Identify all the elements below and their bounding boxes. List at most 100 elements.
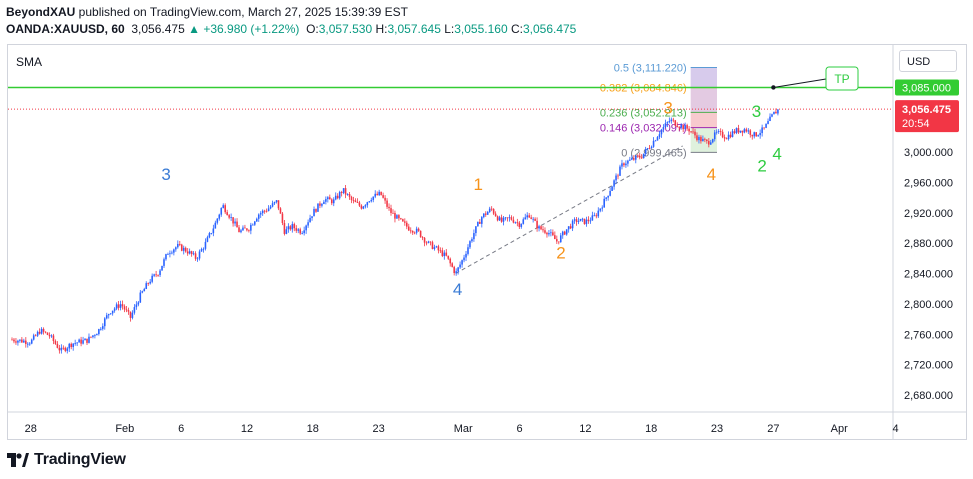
candle-body <box>633 158 635 160</box>
candle-body <box>291 224 294 230</box>
candle-body <box>524 217 527 220</box>
candle-body <box>384 197 386 201</box>
candle-body <box>465 253 467 258</box>
candle-body <box>520 223 523 227</box>
candle-body <box>646 148 649 150</box>
price-chart[interactable]: 3,000.000 2,960.000 2,920.000 2,880.000 2,84… <box>0 0 973 479</box>
candle-body <box>202 248 205 250</box>
candle-body <box>467 247 469 254</box>
candle-body <box>123 306 126 310</box>
candle-body <box>311 216 313 218</box>
candle-body <box>267 208 270 212</box>
candle-body <box>559 235 562 243</box>
candle-body <box>214 222 217 229</box>
candle-body <box>96 334 98 336</box>
candle-body <box>698 136 700 141</box>
tradingview-logo[interactable]: TradingView <box>7 451 126 469</box>
candle-body <box>137 302 140 305</box>
candle-body <box>354 200 357 203</box>
candle-body <box>386 200 388 207</box>
candle-body <box>141 291 144 293</box>
candle-body <box>516 222 519 224</box>
candle-body <box>60 347 63 351</box>
candle-body <box>327 197 329 200</box>
candle-body <box>190 251 193 255</box>
candle-body <box>293 224 296 229</box>
candle-body <box>48 334 51 337</box>
candle-body <box>358 202 361 206</box>
candle-body <box>180 244 183 251</box>
candle-body <box>629 159 631 161</box>
candle-body <box>182 247 185 251</box>
candle-body <box>366 202 369 206</box>
candle-body <box>731 131 734 138</box>
candle-body <box>528 215 530 218</box>
candle-body <box>688 128 690 132</box>
candle-body <box>747 130 750 132</box>
candle-body <box>208 233 211 238</box>
candle-body <box>394 212 396 219</box>
candle-body <box>536 220 538 229</box>
candle-body <box>668 121 671 123</box>
candle-body <box>15 341 17 343</box>
candle-body <box>269 206 272 209</box>
candle-body <box>194 253 197 259</box>
candle-body <box>378 191 380 196</box>
candle-body <box>400 218 402 220</box>
candle-body <box>362 206 365 209</box>
candle-body <box>603 198 605 208</box>
candle-body <box>299 229 302 234</box>
fib-zone <box>690 67 717 88</box>
candle-body <box>445 252 448 256</box>
candle-body <box>263 210 266 212</box>
candle-body <box>463 257 465 261</box>
candle-body <box>423 237 426 243</box>
candle-body <box>198 251 201 259</box>
indicator-label[interactable]: SMA <box>16 55 42 69</box>
candle-body <box>188 251 191 254</box>
candle-body <box>577 221 580 222</box>
candle-body <box>275 200 278 203</box>
candle-body <box>224 205 226 213</box>
candle-body <box>662 127 665 130</box>
candle-body <box>479 222 481 224</box>
candle-body <box>709 142 712 145</box>
candle-body <box>107 314 110 316</box>
candle-body <box>437 246 440 251</box>
candle-body <box>526 215 529 218</box>
candle-body <box>145 283 148 289</box>
currency-button[interactable]: USD <box>899 50 957 72</box>
candle-body <box>92 335 94 338</box>
candle-body <box>82 340 84 344</box>
candle-body <box>704 138 706 140</box>
candle-body <box>68 343 71 349</box>
price-tick-label: 2,720.000 <box>904 360 953 372</box>
candle-body <box>404 221 406 223</box>
candle-body <box>364 205 367 207</box>
candle-body <box>771 114 773 117</box>
candle-body <box>723 137 726 139</box>
candle-body <box>218 214 221 219</box>
candle-body <box>46 332 49 335</box>
candle-body <box>171 252 173 254</box>
candle-body <box>340 192 343 193</box>
candle-body <box>392 212 394 214</box>
candle-body <box>117 304 120 308</box>
candle-body <box>670 119 673 122</box>
time-tick-label: 12 <box>579 423 591 435</box>
candle-body <box>125 309 128 311</box>
candle-body <box>759 133 761 136</box>
candle-body <box>715 131 718 133</box>
candle-body <box>163 259 165 266</box>
candle-body <box>751 134 754 137</box>
candle-body <box>177 243 179 248</box>
candle-body <box>538 226 540 229</box>
candle-body <box>694 131 696 136</box>
candle-body <box>121 304 124 307</box>
candle-body <box>650 146 653 149</box>
fib-level-label: 0.382 (3,084.846) <box>600 83 687 95</box>
candle-body <box>303 230 305 234</box>
candle-body <box>64 347 67 351</box>
candle-body <box>56 343 59 348</box>
candle-body <box>477 222 479 227</box>
